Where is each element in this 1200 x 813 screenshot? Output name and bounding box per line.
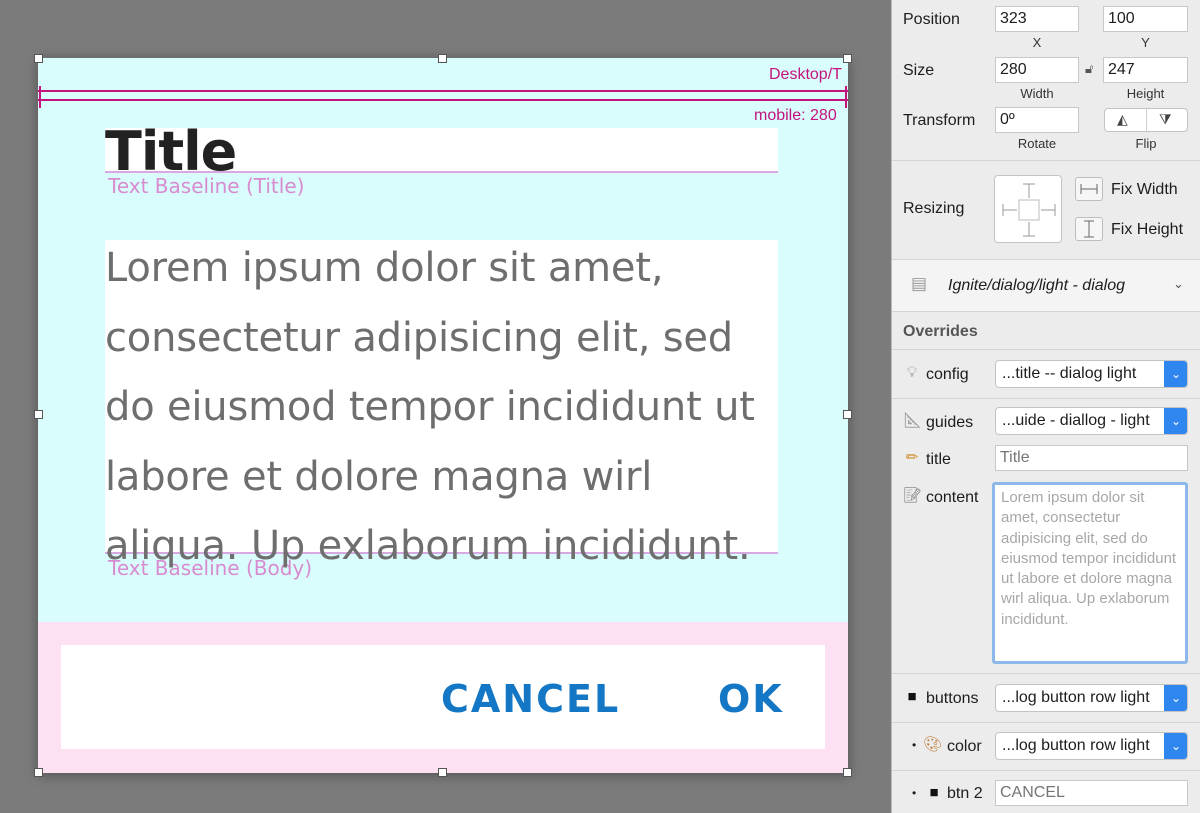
select-arrow-icon: ⌄ [1164, 685, 1187, 711]
x-label: X [1032, 35, 1042, 50]
symbol-icon: ▤ [911, 274, 928, 293]
buttons-select[interactable]: ...log button row light ⌄ [995, 684, 1188, 712]
guide-label-mobile: mobile: 280 [754, 107, 837, 124]
flip-vertical-icon[interactable]: ⧩ [1159, 111, 1172, 128]
resize-handle-tl[interactable] [34, 54, 43, 63]
buttons-override-label: buttons [926, 690, 979, 707]
resize-handle-r[interactable] [843, 410, 852, 419]
content-override-label: content [926, 489, 979, 506]
bullet-icon: • [912, 738, 917, 752]
resize-handle-t[interactable] [438, 54, 447, 63]
select-arrow-icon: ⌄ [1164, 408, 1187, 434]
resize-handle-l[interactable] [34, 410, 43, 419]
inspector-panel: Position X Y Size 🔓︎ Width Height Transf… [891, 0, 1200, 813]
guides-select[interactable]: ...uide - diallog - light ⌄ [995, 407, 1188, 435]
flip-label: Flip [1135, 136, 1157, 151]
symbol-name: Ignite/dialog/light - dialog [948, 277, 1126, 294]
symbol-section[interactable]: ▤ Ignite/dialog/light - dialog ⌄ [892, 260, 1200, 312]
position-x-input[interactable] [995, 6, 1079, 32]
canvas[interactable]: Desktop/T mobile: 280 Text Baseline (Tit… [0, 0, 891, 813]
black-square-icon: ■ [929, 784, 939, 801]
memo-icon: 📝︎ [903, 487, 923, 504]
guides-select-value: ...uide - diallog - light [1002, 412, 1150, 429]
ruler-triangle-icon: 📐︎ [903, 412, 923, 429]
ok-button[interactable]: OK [718, 677, 784, 721]
select-arrow-icon: ⌄ [1164, 361, 1187, 387]
guide-cap-right [845, 86, 847, 108]
chevron-down-icon[interactable]: ⌄ [1173, 276, 1184, 292]
buttons-select-value: ...log button row light [1002, 689, 1150, 706]
pencil-icon: ✏︎ [905, 449, 919, 466]
fix-width-icon[interactable] [1075, 177, 1103, 201]
guides-label: guides [926, 414, 974, 431]
color-override-label: color [947, 738, 982, 755]
flip-horizontal-icon[interactable]: ◭ [1117, 111, 1128, 128]
resize-handle-bl[interactable] [34, 768, 43, 777]
config-select-value: ...title -- dialog light [1002, 365, 1137, 382]
y-label: Y [1141, 35, 1150, 50]
black-square-icon: ■ [907, 688, 917, 705]
resize-handle-b[interactable] [438, 768, 447, 777]
position-label: Position [903, 11, 960, 28]
content-override-textarea[interactable]: Lorem ipsum dolor sit amet, consectetur … [992, 482, 1188, 664]
guide-label-desktop: Desktop/T [769, 66, 842, 83]
lightbulb-icon: 💡︎ [906, 364, 918, 381]
width-input[interactable] [995, 57, 1079, 83]
select-arrow-icon: ⌄ [1164, 733, 1187, 759]
dialog-title[interactable]: Title [105, 120, 237, 183]
guide-line-mobile [38, 99, 848, 101]
fix-width-label[interactable]: Fix Width [1111, 181, 1178, 199]
lock-icon[interactable]: 🔓︎ [1085, 61, 1093, 77]
config-select[interactable]: ...title -- dialog light ⌄ [995, 360, 1188, 388]
flip-control: ◭ ⧩ [1104, 108, 1188, 132]
size-label: Size [903, 62, 935, 79]
color-select[interactable]: ...log button row light ⌄ [995, 732, 1188, 760]
height-label: Height [1126, 86, 1165, 101]
button-row-inner: CANCEL OK [61, 645, 825, 749]
resize-handle-br[interactable] [843, 768, 852, 777]
height-input[interactable] [1103, 57, 1188, 83]
btn2-override-input[interactable] [995, 780, 1188, 806]
title-override-input[interactable] [995, 445, 1188, 471]
palette-icon: 🎨︎ [923, 736, 943, 753]
transform-label: Transform [903, 112, 976, 129]
width-label: Width [1020, 86, 1054, 101]
title-override-label: title [926, 451, 951, 468]
resizing-label: Resizing [903, 200, 965, 217]
dialog-body-text[interactable]: Lorem ipsum dolor sit amet, consectetur … [105, 234, 785, 582]
fix-height-icon[interactable] [1075, 217, 1103, 241]
guide-cap-left [39, 86, 41, 108]
color-select-value: ...log button row light [1002, 737, 1150, 754]
config-label: config [926, 366, 969, 383]
resizing-pin-control[interactable] [994, 175, 1062, 243]
resize-handle-tr[interactable] [843, 54, 852, 63]
geometry-section: Position X Y Size 🔓︎ Width Height Transf… [892, 0, 1200, 161]
rotate-label: Rotate [1017, 136, 1057, 151]
btn2-override-label: btn 2 [947, 785, 983, 802]
dialog-button-row: CANCEL OK [38, 622, 848, 773]
fix-height-label[interactable]: Fix Height [1111, 221, 1183, 239]
bullet-icon: • [912, 786, 917, 800]
pin-diagram-icon [1002, 183, 1056, 237]
rotate-input[interactable] [995, 107, 1079, 133]
guide-line-desktop [38, 90, 848, 92]
cancel-button[interactable]: CANCEL [441, 677, 620, 721]
position-y-input[interactable] [1103, 6, 1188, 32]
overrides-heading: Overrides [903, 323, 978, 340]
